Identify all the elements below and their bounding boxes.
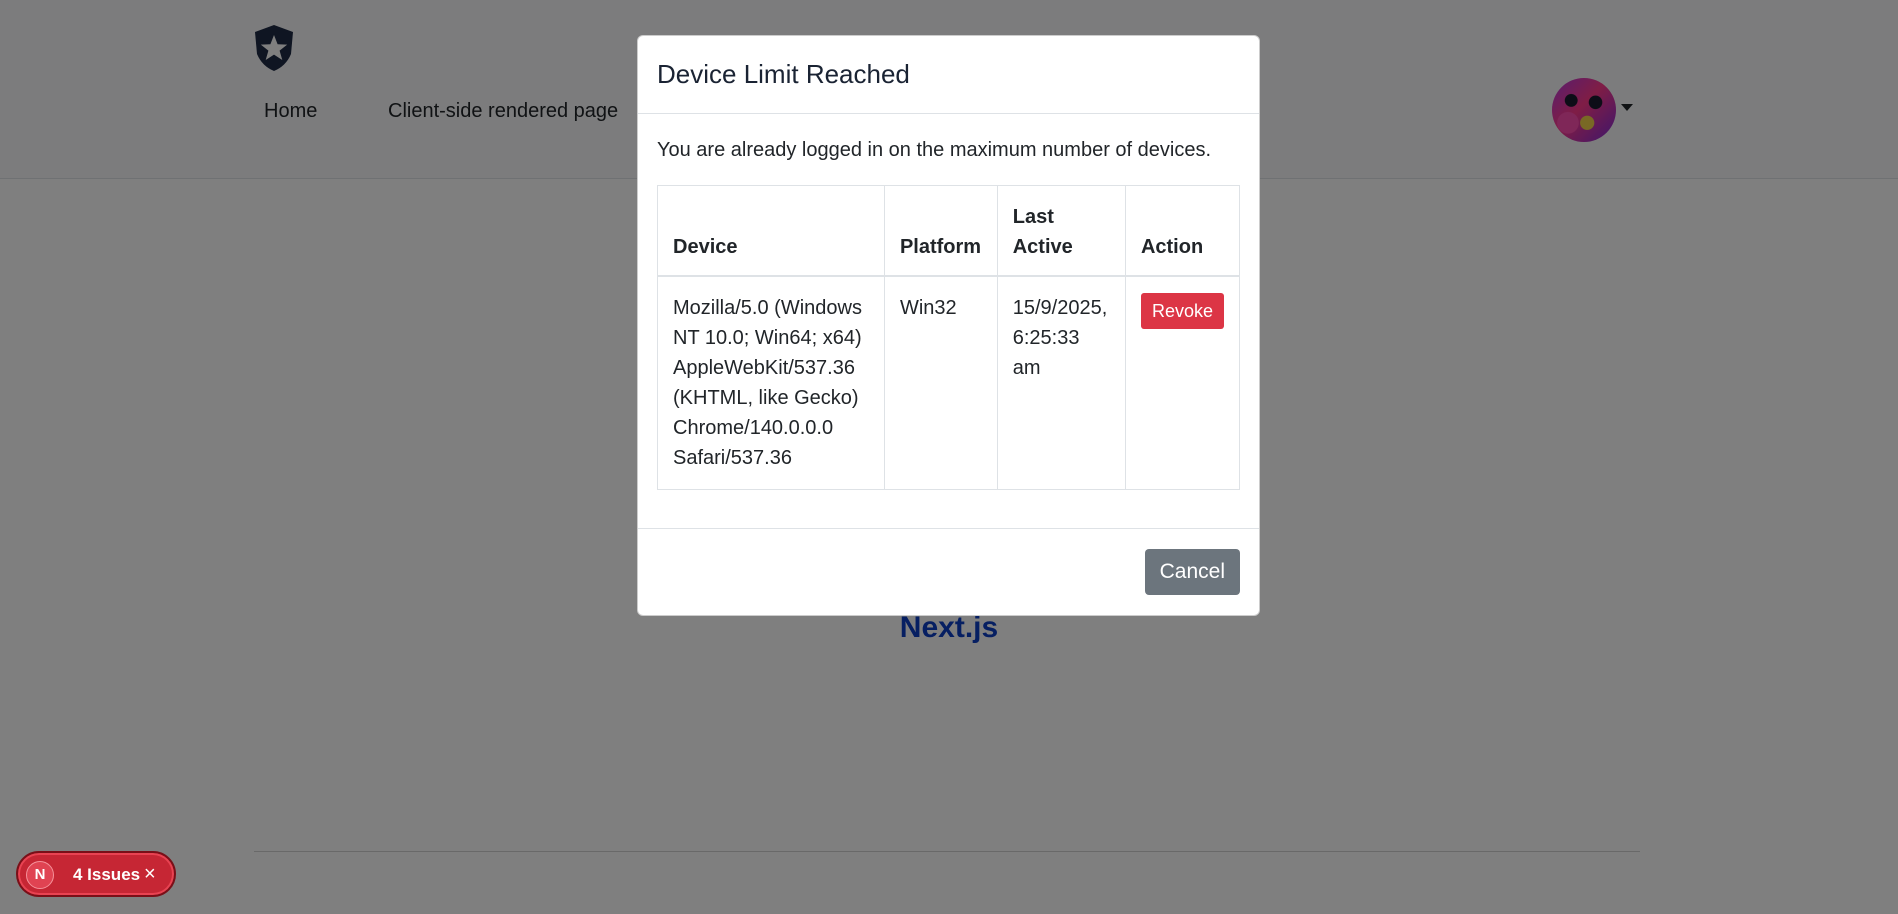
platform-cell: Win32: [883, 275, 998, 490]
cancel-button[interactable]: Cancel: [1144, 549, 1240, 595]
column-header-action: Action: [1124, 185, 1241, 276]
modal-body: You are already logged in on the maximum…: [638, 114, 1259, 528]
device-cell: Mozilla/5.0 (Windows NT 10.0; Win64; x64…: [657, 275, 885, 490]
issues-count-label[interactable]: 4 Issues: [73, 865, 140, 885]
modal-header: Device Limit Reached: [638, 36, 1259, 114]
action-cell: Revoke: [1124, 275, 1241, 490]
table-row: Mozilla/5.0 (Windows NT 10.0; Win64; x64…: [657, 275, 1241, 490]
column-header-last-active: Last Active: [996, 185, 1126, 276]
column-header-device: Device: [657, 185, 885, 276]
last-active-cell: 15/9/2025, 6:25:33 am: [996, 275, 1126, 490]
nextjs-issues-indicator[interactable]: N 4 Issues ×: [16, 851, 176, 897]
revoke-button[interactable]: Revoke: [1140, 292, 1224, 329]
nextjs-logo-icon: N: [26, 861, 54, 889]
modal-footer: Cancel: [638, 528, 1259, 615]
column-header-platform: Platform: [883, 185, 998, 276]
close-icon[interactable]: ×: [144, 863, 156, 885]
table-header-row: Device Platform Last Active Action: [657, 185, 1241, 276]
devices-table: Device Platform Last Active Action Mozil…: [657, 185, 1241, 490]
modal-title: Device Limit Reached: [657, 59, 910, 89]
device-limit-modal: Device Limit Reached You are already log…: [637, 35, 1260, 616]
modal-message: You are already logged in on the maximum…: [657, 139, 1212, 161]
